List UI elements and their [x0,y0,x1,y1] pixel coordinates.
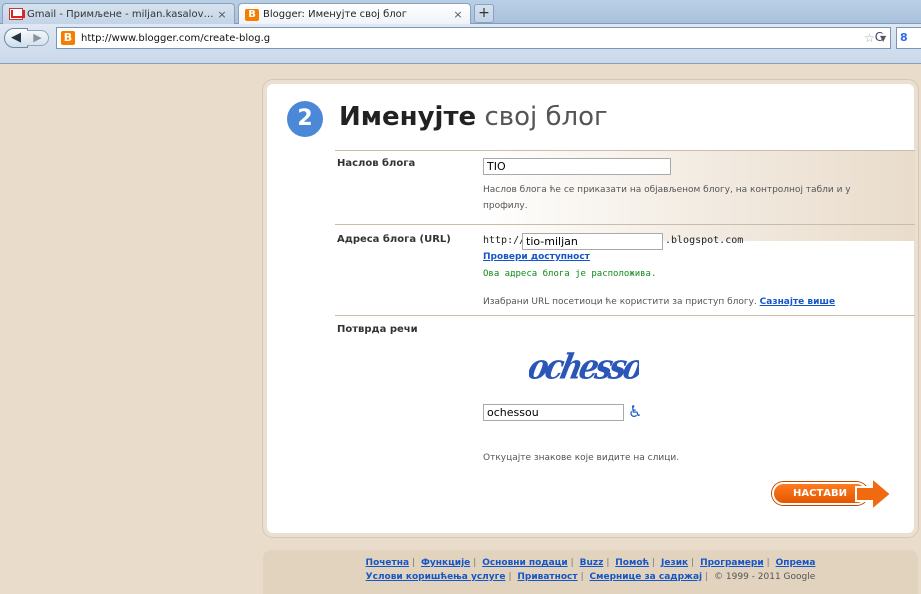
footer-link-help[interactable]: Помоћ [615,558,649,568]
step-badge: 2 [287,101,323,137]
back-arrow-icon: ◀ [11,30,21,45]
arrow-right-icon [855,476,893,512]
address-input[interactable] [522,233,663,250]
address-prefix: http:// [483,235,526,246]
blog-title-input[interactable] [483,158,671,175]
footer-row-2: Услови коришћења услуге | Приватност | Сме… [365,572,816,582]
reload-button[interactable]: C [869,27,889,47]
blog-title-label: Наслов блога [337,158,416,169]
captcha-input[interactable] [483,404,624,421]
captcha-text: ochessou [529,346,639,385]
divider [335,224,915,225]
tab-bar: Gmail - Примљене - miljan.kasalovic@gm..… [0,0,921,25]
accessibility-icon[interactable]: ♿ [628,402,642,421]
divider [335,150,915,151]
title-bold: Именујте [339,102,477,132]
footer-link-language[interactable]: Језик [661,558,688,568]
create-blog-card: 2 Именујте свој блог Наслов блога Наслов… [263,80,918,537]
page-title: Именујте свој блог [339,102,608,132]
footer: Почетна | Функције | Основни подаци | Buzz |… [263,550,918,594]
forward-button[interactable]: ▶ [27,30,49,46]
search-engine-button[interactable]: 8 [896,27,921,49]
footer-link-privacy[interactable]: Приватност [517,572,577,582]
new-tab-button[interactable]: + [474,4,494,23]
tab-blogger[interactable]: B Blogger: Именујте свој блог × [238,3,471,25]
captcha-image: ochessou [524,337,665,387]
footer-link-content-policy[interactable]: Смернице за садржај [590,572,703,582]
google-icon: 8 [900,31,908,44]
address-suffix: .blogspot.com [665,235,744,246]
close-icon[interactable]: × [452,8,464,21]
availability-message: Ова адреса блога је расположива. [483,269,657,279]
footer-link-basics[interactable]: Основни подаци [482,558,567,568]
blog-title-help: Наслов блога ће се приказати на објављен… [483,185,851,211]
url-help: Изабрани URL посетиоци ће користити за п… [483,294,835,310]
check-availability-link[interactable]: Провери доступност [483,252,590,262]
captcha-help: Откуцајте знакове које видите на слици. [483,453,680,463]
divider [335,315,915,316]
footer-link-home[interactable]: Почетна [366,558,410,568]
close-icon[interactable]: × [216,8,228,21]
address-bar[interactable]: B http://www.blogger.com/create-blog.g ☆… [56,27,891,49]
learn-more-link[interactable]: Сазнајте више [760,297,835,307]
word-verification-label: Потврда речи [337,324,418,335]
reload-icon: C [874,30,884,44]
footer-link-buzz[interactable]: Buzz [580,558,604,568]
page-content: 2 Именујте свој блог Наслов блога Наслов… [0,65,921,594]
footer-row-1: Почетна | Функције | Основни подаци | Buzz |… [365,558,816,568]
tab-label: Blogger: Именујте свој блог [263,9,408,20]
copyright: © 1999 - 2011 Google [714,572,816,582]
forward-arrow-icon: ▶ [33,31,42,44]
tab-gmail[interactable]: Gmail - Примљене - miljan.kasalovic@gm..… [2,3,235,24]
footer-link-developers[interactable]: Програмери [700,558,764,568]
footer-link-gear[interactable]: Опрема [776,558,816,568]
blogger-icon: B [61,31,75,45]
blogger-icon: B [245,8,259,21]
gmail-icon [9,8,23,20]
tab-label: Gmail - Примљене - miljan.kasalovic@gm..… [27,8,216,20]
continue-button[interactable]: НАСТАВИ [772,476,893,512]
back-button[interactable]: ◀ [4,28,28,48]
url-help-text: Изабрани URL посетиоци ће користити за п… [483,297,757,307]
footer-link-features[interactable]: Функције [421,558,470,568]
title-rest: свој блог [484,102,608,132]
address-label: Адреса блога (URL) [337,234,451,245]
back-forward-group: ◀ ▶ [4,28,52,48]
footer-link-terms[interactable]: Услови коришћења услуге [366,572,506,582]
navigation-bar: ◀ ▶ B http://www.blogger.com/create-blog… [0,24,921,64]
url-text: http://www.blogger.com/create-blog.g [81,32,271,44]
